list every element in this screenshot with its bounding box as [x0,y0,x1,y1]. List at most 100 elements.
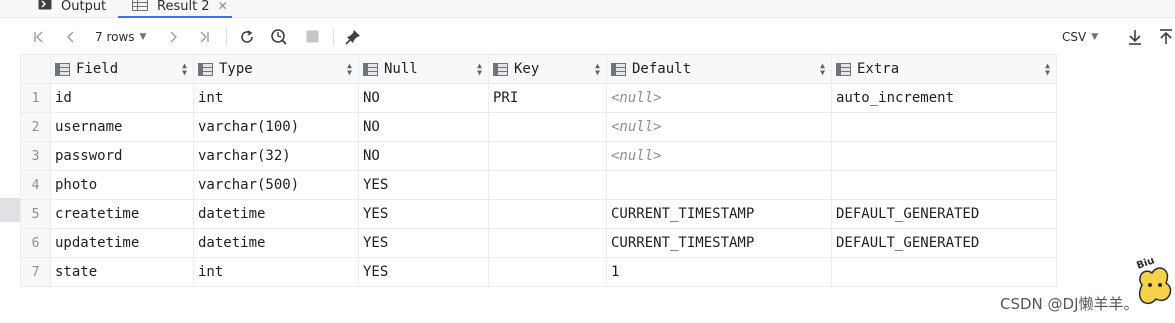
chevron-down-icon: ▼ [1091,31,1099,42]
last-page-icon[interactable] [193,19,215,54]
first-page-icon[interactable] [28,19,50,54]
row-number: 1 [20,83,51,113]
download-icon[interactable] [1124,19,1146,54]
cell-key[interactable] [488,257,607,287]
column-header-label: Type [219,61,253,77]
cell-extra[interactable]: DEFAULT_GENERATED [831,228,1057,258]
sticker-text: Biu [1135,255,1156,272]
cell-type[interactable]: int [193,257,359,287]
cell-type[interactable]: varchar(100) [193,112,359,142]
table-row[interactable]: 4 photo varchar(500) YES [20,170,1057,200]
cell-field[interactable]: password [50,141,194,171]
export-format-dropdown[interactable]: CSV ▼ [1062,19,1098,54]
sort-icon[interactable]: ▲ ▼ [820,62,825,77]
tab-result-label: Result 2 [157,0,210,14]
cell-key[interactable] [488,112,607,142]
table-row[interactable]: 5 createtime datetime YES CURRENT_TIMEST… [20,199,1057,229]
cell-extra[interactable] [831,141,1057,171]
cell-field[interactable]: username [50,112,194,142]
refresh-icon[interactable] [236,19,258,54]
tab-output-label: Output [61,0,107,14]
cell-key[interactable] [488,170,607,200]
close-icon[interactable]: ✕ [218,0,228,13]
row-selection-marker [0,198,20,222]
cell-default[interactable] [606,170,832,200]
table-header-row: Field ▲ ▼ Type ▲ ▼ Null ▲ ▼ Key ▲ ▼ Default [20,54,1057,84]
cell-default[interactable]: CURRENT_TIMESTAMP [606,199,832,229]
cell-field[interactable]: createtime [50,199,194,229]
column-header-field[interactable]: Field ▲ ▼ [50,54,194,84]
export-format-label: CSV [1062,29,1087,44]
cell-default[interactable]: <null> [606,112,832,142]
cell-type[interactable]: varchar(500) [193,170,359,200]
table-row[interactable]: 1 id int NO PRI <null> auto_increment [20,83,1057,113]
upload-icon[interactable] [1155,19,1175,54]
result-table: Field ▲ ▼ Type ▲ ▼ Null ▲ ▼ Key ▲ ▼ Default [20,54,1057,287]
column-header-default[interactable]: Default ▲ ▼ [606,54,832,84]
cell-null[interactable]: NO [358,83,489,113]
sort-icon[interactable]: ▲ ▼ [595,62,600,77]
cell-key[interactable]: PRI [488,83,607,113]
sort-icon[interactable]: ▲ ▼ [347,62,352,77]
cell-field[interactable]: updatetime [50,228,194,258]
column-header-type[interactable]: Type ▲ ▼ [193,54,359,84]
column-header-extra[interactable]: Extra ▲ ▼ [831,54,1057,84]
cell-default[interactable]: <null> [606,141,832,171]
rows-count-label: 7 rows [95,29,135,44]
row-number: 4 [20,170,51,200]
cell-default[interactable]: <null> [606,83,832,113]
cell-null[interactable]: YES [358,170,489,200]
cell-key[interactable] [488,141,607,171]
tab-output[interactable]: Output [38,0,106,18]
table-row[interactable]: 3 password varchar(32) NO <null> [20,141,1057,171]
cell-extra[interactable]: DEFAULT_GENERATED [831,199,1057,229]
tab-strip: Output Result 2 ✕ [0,0,1175,18]
result-toolbar: 7 rows ▼ CSV ▼ [0,19,1175,54]
row-number: 6 [20,228,51,258]
sort-icon[interactable]: ▲ ▼ [182,62,187,77]
column-icon [611,62,626,76]
sort-icon[interactable]: ▲ ▼ [477,62,482,77]
cell-default[interactable]: 1 [606,257,832,287]
cell-field[interactable]: id [50,83,194,113]
cell-null[interactable]: YES [358,228,489,258]
cell-null[interactable]: NO [358,112,489,142]
cell-null[interactable]: NO [358,141,489,171]
next-page-icon[interactable] [163,19,183,54]
table-row[interactable]: 7 state int YES 1 [20,257,1057,287]
cell-null[interactable]: YES [358,257,489,287]
cell-type[interactable]: datetime [193,199,359,229]
cell-type[interactable]: int [193,83,359,113]
cell-key[interactable] [488,199,607,229]
cell-extra[interactable] [831,257,1057,287]
row-number-header [20,54,51,84]
column-header-key[interactable]: Key ▲ ▼ [488,54,607,84]
column-icon [198,62,213,76]
column-header-null[interactable]: Null ▲ ▼ [358,54,489,84]
cell-default[interactable]: CURRENT_TIMESTAMP [606,228,832,258]
cell-extra[interactable] [831,170,1057,200]
cell-field[interactable]: photo [50,170,194,200]
sort-icon[interactable]: ▲ ▼ [1045,62,1050,77]
cell-type[interactable]: varchar(32) [193,141,359,171]
page-size-dropdown[interactable]: 7 rows ▼ [95,19,146,54]
column-icon [836,62,851,76]
stop-icon[interactable] [301,19,323,54]
table-row[interactable]: 6 updatetime datetime YES CURRENT_TIMEST… [20,228,1057,258]
cell-field[interactable]: state [50,257,194,287]
watermark: CSDN @DJ懒羊羊。 [1000,295,1139,313]
previous-page-icon[interactable] [60,19,82,54]
cell-extra[interactable]: auto_increment [831,83,1057,113]
column-header-label: Extra [857,61,900,77]
cell-extra[interactable] [831,112,1057,142]
cell-type[interactable]: datetime [193,228,359,258]
column-icon [363,62,378,76]
table-icon [132,0,148,15]
cell-null[interactable]: YES [358,199,489,229]
history-icon[interactable] [268,19,290,54]
table-row[interactable]: 2 username varchar(100) NO <null> [20,112,1057,142]
cell-key[interactable] [488,228,607,258]
chevron-down-icon: ▼ [139,31,147,42]
pin-icon[interactable] [342,19,364,54]
row-number: 7 [20,257,51,287]
